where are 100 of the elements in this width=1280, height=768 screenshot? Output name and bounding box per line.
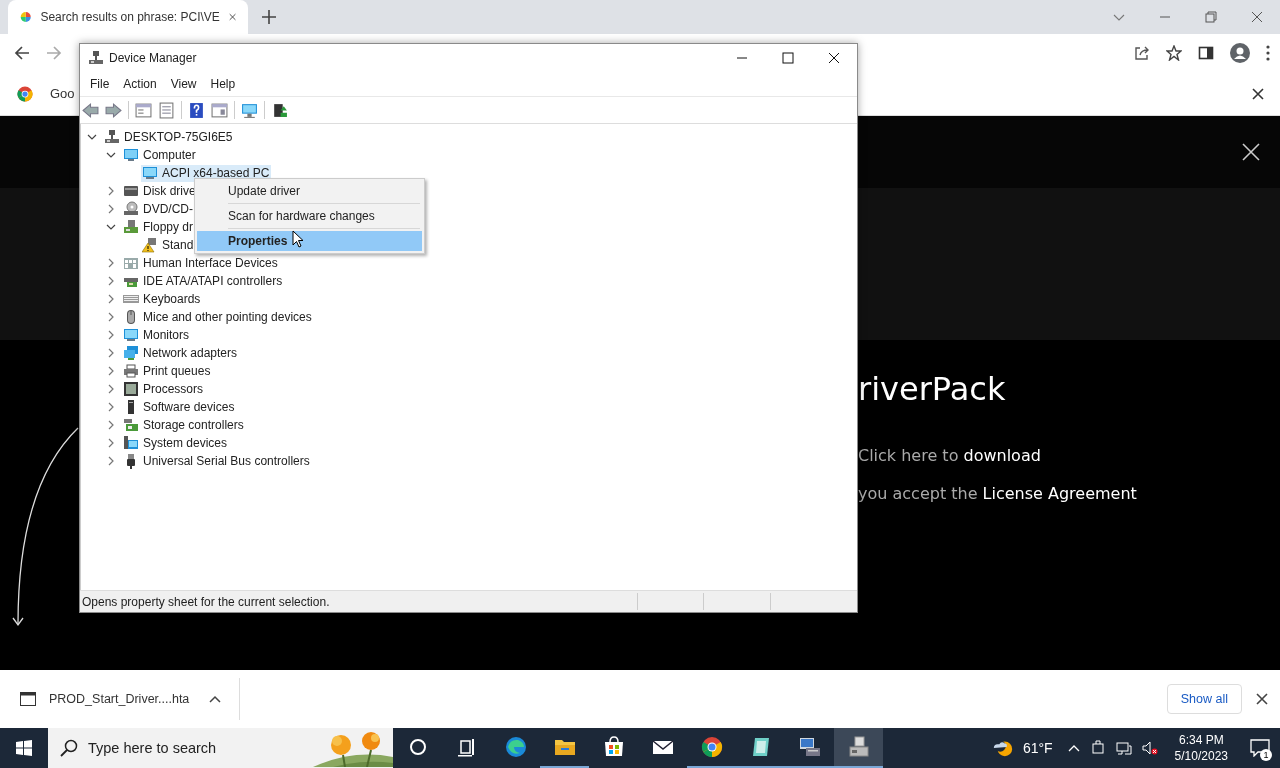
disk-drive-icon (123, 183, 139, 199)
chevron-icon[interactable] (106, 150, 116, 160)
chevron-icon[interactable] (106, 276, 116, 286)
tree-item[interactable]: Network adapters (122, 344, 240, 362)
chip-icon (123, 381, 139, 397)
printer-icon (123, 363, 139, 379)
monitor-scan-icon[interactable] (241, 101, 258, 119)
close-icon[interactable] (1252, 87, 1264, 100)
tree-item[interactable]: Print queues (122, 362, 213, 380)
update-driver-icon[interactable] (271, 101, 288, 119)
tree-item[interactable]: Universal Serial Bus controllers (122, 452, 312, 470)
cursor-icon (292, 230, 304, 248)
status-text: Opens property sheet for the current selection. (82, 594, 330, 609)
keypad-icon (123, 255, 139, 271)
browser-tab[interactable]: Search results on phrase: PCI\VE (8, 0, 248, 34)
tree-item[interactable]: Software devices (122, 398, 237, 416)
menu-item[interactable]: Properties (197, 231, 422, 251)
floppy-drive-icon (123, 219, 139, 235)
menu-item[interactable]: Update driver (197, 181, 422, 201)
chevron-icon[interactable] (106, 348, 116, 358)
license-link[interactable]: License Agreement (982, 484, 1137, 503)
chevron-icon[interactable] (106, 384, 116, 394)
tree-item[interactable]: DESKTOP-75GI6E5 (103, 128, 235, 146)
tree-item[interactable]: Processors (122, 380, 206, 398)
star-icon[interactable] (1166, 45, 1182, 61)
notification-count: 1 (1260, 749, 1272, 761)
download-link[interactable]: download (963, 446, 1041, 465)
chevron-icon[interactable] (106, 420, 116, 430)
side-panel-icon[interactable] (1198, 45, 1214, 61)
tree-item[interactable]: Computer (122, 146, 198, 164)
warning-device-icon (142, 237, 158, 253)
caret-icon[interactable] (209, 695, 222, 703)
network-icon[interactable] (1115, 740, 1132, 756)
forward-arrow-icon[interactable] (105, 101, 122, 119)
close-icon[interactable] (1256, 693, 1268, 705)
menu-item[interactable]: View (163, 77, 204, 91)
back-arrow-icon[interactable] (14, 45, 30, 61)
pinwheel-icon (20, 9, 32, 25)
profile-icon[interactable] (1230, 43, 1250, 63)
clock-date[interactable]: 5/10/2023 (1174, 748, 1228, 764)
tree-item[interactable]: Mice and other pointing devices (122, 308, 314, 326)
help-icon[interactable] (188, 101, 205, 119)
window-panel-icon[interactable] (211, 101, 228, 119)
chevron-icon[interactable] (106, 402, 116, 412)
network-icon (123, 345, 139, 361)
license-note: you accept the License Agreement (858, 484, 1138, 504)
search-icon (60, 739, 78, 757)
plus-icon[interactable] (262, 10, 276, 24)
search-bar[interactable]: Type here to search (48, 728, 393, 768)
chat-bubble-icon (1250, 739, 1270, 757)
share-icon[interactable] (1134, 45, 1150, 61)
windows-start-icon[interactable] (16, 740, 32, 756)
window-title: Device Manager (109, 51, 197, 65)
chevron-icon[interactable] (87, 132, 97, 142)
download-filename[interactable]: PROD_Start_Driver....hta (49, 692, 190, 706)
show-all-button[interactable]: Show all (1166, 684, 1242, 714)
chrome-icon (699, 735, 724, 759)
chevron-icon[interactable] (106, 312, 116, 322)
tree-item[interactable]: DVD/CD- (122, 200, 195, 218)
menu-item[interactable]: Action (116, 77, 164, 91)
chevron-icon[interactable] (106, 330, 116, 340)
tree-item[interactable]: Stand (141, 236, 196, 254)
speaker-muted-icon[interactable] (1141, 740, 1158, 756)
network-computer-icon (797, 735, 822, 759)
download-prompt: Click here to download (858, 446, 1042, 466)
chevron-up-icon[interactable] (1067, 744, 1080, 752)
tree-item[interactable]: Storage controllers (122, 416, 246, 434)
close-icon[interactable] (828, 52, 840, 64)
monitor-icon (123, 327, 139, 343)
clock-time[interactable]: 6:34 PM (1178, 732, 1224, 748)
menu-item[interactable]: Help (203, 77, 243, 91)
tree-item[interactable]: Human Interface Devices (122, 254, 280, 272)
menu-item[interactable]: Scan for hardware changes (197, 206, 422, 226)
chevron-icon[interactable] (106, 258, 116, 268)
notifications-button[interactable]: 1 (1240, 728, 1280, 768)
menu-icon[interactable] (1266, 45, 1270, 61)
chevron-icon[interactable] (106, 204, 116, 214)
search-field[interactable]: Type here to search (86, 739, 313, 757)
tree-item[interactable]: Floppy dr (122, 218, 196, 236)
tree-item[interactable]: System devices (122, 434, 230, 452)
chevron-icon[interactable] (106, 222, 116, 232)
temperature[interactable]: 61°F (1022, 740, 1053, 756)
chevron-icon[interactable] (106, 456, 116, 466)
chevron-icon[interactable] (106, 438, 116, 448)
tree-item[interactable]: IDE ATA/ATAPI controllers (122, 272, 285, 290)
tree-item[interactable]: Keyboards (122, 290, 203, 308)
menu-item[interactable]: File (83, 77, 117, 91)
chevron-icon[interactable] (106, 366, 116, 376)
tree-item[interactable]: Monitors (122, 326, 191, 344)
chevron-icon[interactable] (106, 186, 116, 196)
device-icon[interactable] (1089, 740, 1106, 756)
tab-title: Search results on phrase: PCI\VE (40, 10, 220, 24)
maximize-icon[interactable] (782, 52, 794, 64)
chevron-icon[interactable] (106, 294, 116, 304)
monitor-icon (142, 165, 158, 181)
restore-icon[interactable] (1205, 11, 1217, 23)
network-computer-icon (104, 129, 120, 145)
computer-icon (123, 147, 139, 163)
taskbar-app[interactable] (834, 728, 883, 768)
back-arrow-icon[interactable] (82, 101, 99, 119)
